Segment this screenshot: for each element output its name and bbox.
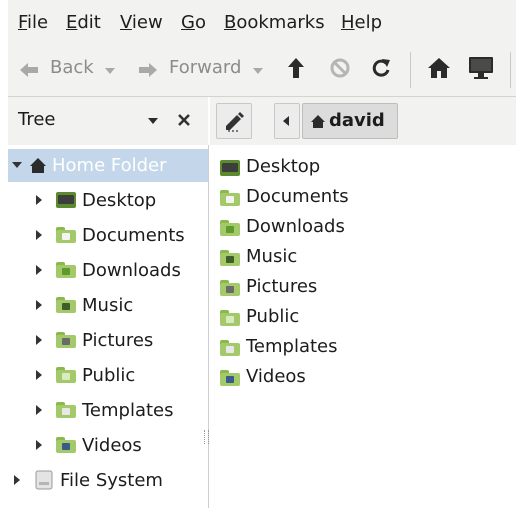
file-item-label: Templates [246, 336, 338, 357]
videos-folder-icon [56, 437, 76, 453]
tree-item-desktop[interactable]: Desktop [8, 184, 208, 217]
tree-item-label: Desktop [82, 190, 157, 211]
tree-item-documents[interactable]: Documents [8, 219, 208, 252]
videos-folder-icon [220, 370, 240, 386]
pictures-folder-icon [56, 332, 76, 348]
home-icon [311, 115, 325, 128]
downloads-folder-icon [56, 262, 76, 278]
folder-tree: Home Folder Desktop Documents Downloads … [8, 145, 209, 508]
back-arrow-icon[interactable] [20, 63, 38, 77]
close-icon[interactable] [178, 114, 190, 126]
path-bar: david [210, 97, 516, 145]
tree-item-label: Downloads [82, 260, 181, 281]
home-icon [30, 158, 46, 173]
forward-button[interactable]: Forward [169, 57, 241, 78]
stop-icon[interactable] [330, 58, 350, 78]
side-pane-header: Tree [8, 97, 208, 145]
tree-item-home-folder[interactable]: Home Folder [8, 149, 208, 182]
templates-folder-icon [220, 340, 240, 356]
toolbar: Back Forward [8, 46, 516, 97]
chevron-left-icon [283, 116, 289, 126]
toolbar-separator [410, 52, 411, 88]
menu-help[interactable]: Help [341, 12, 382, 33]
tree-expander-icon[interactable] [36, 370, 42, 380]
documents-folder-icon [220, 190, 240, 206]
menu-file[interactable]: File [18, 12, 48, 33]
side-pane-mode-select[interactable]: Tree [18, 109, 56, 130]
desktop-folder-icon [220, 160, 240, 176]
pane-resize-handle[interactable] [204, 430, 209, 444]
home-icon[interactable] [428, 57, 450, 79]
drive-icon [35, 470, 53, 490]
tree-item-public[interactable]: Public [8, 359, 208, 392]
tree-item-label: Pictures [82, 330, 154, 351]
music-folder-icon [56, 297, 76, 313]
tree-expander-icon[interactable] [12, 162, 22, 168]
tree-expander-icon[interactable] [36, 300, 42, 310]
back-button[interactable]: Back [50, 57, 94, 78]
file-item-label: Downloads [246, 216, 345, 237]
tree-expander-icon[interactable] [36, 265, 42, 275]
path-button-home[interactable]: david [302, 103, 398, 139]
tree-expander-icon[interactable] [36, 195, 42, 205]
file-item-label: Pictures [246, 276, 318, 297]
tree-expander-icon[interactable] [36, 335, 42, 345]
tree-item-label: Templates [82, 400, 174, 421]
computer-icon[interactable] [468, 56, 494, 80]
desktop-folder-icon [56, 192, 76, 208]
menu-go[interactable]: Go [181, 12, 206, 33]
file-list: Desktop Documents Downloads Music Pictur… [214, 145, 516, 508]
tree-item-downloads[interactable]: Downloads [8, 254, 208, 287]
documents-folder-icon [56, 227, 76, 243]
tree-item-label: Videos [82, 435, 142, 456]
menu-edit[interactable]: Edit [66, 12, 101, 33]
chevron-down-icon[interactable] [148, 118, 158, 124]
menu-view[interactable]: View [120, 12, 163, 33]
tree-item-music[interactable]: Music [8, 289, 208, 322]
tree-item-pictures[interactable]: Pictures [8, 324, 208, 357]
tree-item-label: Home Folder [52, 155, 167, 176]
tree-item-label: Documents [82, 225, 185, 246]
forward-dropdown-icon[interactable] [253, 68, 263, 74]
public-folder-icon [56, 367, 76, 383]
edit-pencil-icon [226, 112, 244, 132]
music-folder-icon [220, 250, 240, 266]
tree-item-label: Public [82, 365, 136, 386]
location-toggle-button[interactable] [216, 103, 252, 139]
tree-item-label: File System [60, 470, 163, 491]
toolbar-separator-2 [510, 52, 511, 88]
menu-bar: File Edit View Go Bookmarks Help [8, 0, 516, 46]
file-manager-window: File Edit View Go Bookmarks Help Back Fo… [8, 0, 516, 508]
tree-item-videos[interactable]: Videos [8, 429, 208, 462]
up-arrow-icon[interactable] [288, 58, 304, 78]
path-button-label: david [329, 110, 385, 131]
reload-icon[interactable] [371, 57, 391, 79]
tree-expander-icon[interactable] [36, 405, 42, 415]
tree-expander-icon[interactable] [36, 440, 42, 450]
file-item-label: Music [246, 246, 298, 267]
public-folder-icon [220, 310, 240, 326]
tree-item-label: Music [82, 295, 134, 316]
file-item-label: Videos [246, 366, 306, 387]
menu-bookmarks[interactable]: Bookmarks [224, 12, 325, 33]
templates-folder-icon [56, 402, 76, 418]
pictures-folder-icon [220, 280, 240, 296]
tree-item-file-system[interactable]: File System [8, 464, 208, 497]
tree-expander-icon[interactable] [14, 475, 20, 485]
file-item-label: Public [246, 306, 300, 327]
forward-arrow-icon[interactable] [139, 63, 157, 77]
file-item-label: Documents [246, 186, 349, 207]
downloads-folder-icon [220, 220, 240, 236]
back-dropdown-icon[interactable] [105, 68, 115, 74]
file-item-label: Desktop [246, 156, 321, 177]
tree-expander-icon[interactable] [36, 230, 42, 240]
path-scroll-left-button[interactable] [274, 103, 300, 139]
tree-item-templates[interactable]: Templates [8, 394, 208, 427]
